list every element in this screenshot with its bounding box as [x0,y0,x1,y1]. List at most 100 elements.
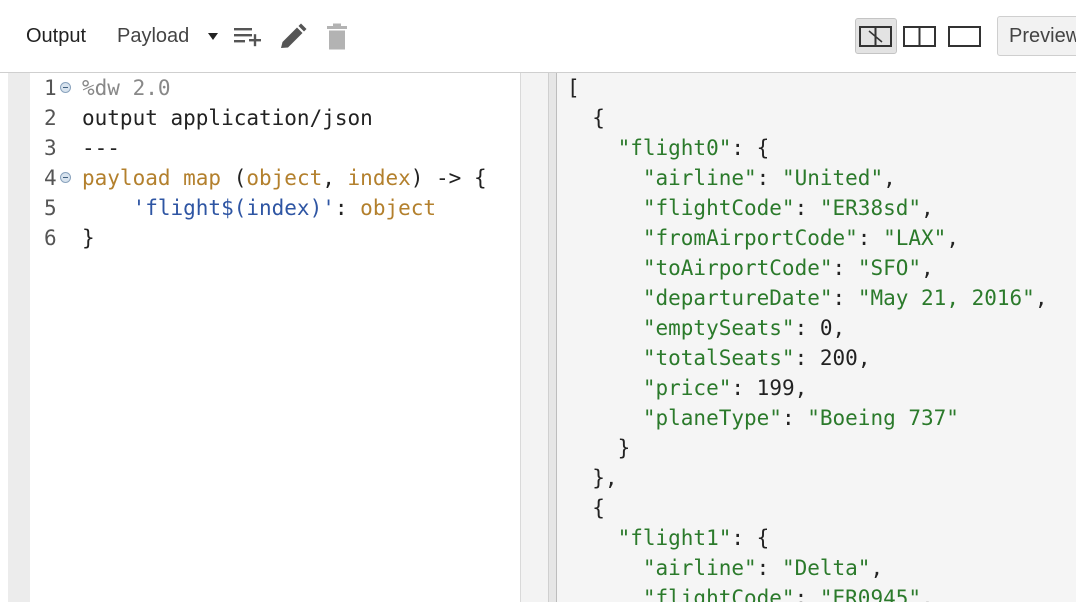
code-text: --- [82,133,120,163]
layout-split-button[interactable] [900,18,940,54]
code-line[interactable]: 4 payload map (object, index) -> { [0,163,548,193]
code-text: output application/json [82,103,373,133]
code-token: object [360,196,437,220]
json-line: "flight1": { [567,523,770,553]
preview-button[interactable]: Preview [997,16,1076,56]
layout-split-active-button[interactable] [855,18,897,54]
fold-toggle-icon[interactable] [60,82,71,93]
trash-icon[interactable] [322,22,352,52]
json-token: : [794,346,820,370]
json-line: [ [567,73,580,103]
json-line: { [567,103,605,133]
json-token: , [883,166,896,190]
json-token: , [794,376,808,400]
json-token: , [870,556,884,580]
layout-single-button[interactable] [945,18,985,54]
json-line: "price": 199, [567,373,807,403]
json-token: : [832,286,858,310]
json-token: "price" [642,376,732,400]
line-number: 6 [44,226,57,250]
code-line[interactable]: 2 output application/json [0,103,548,133]
line-number: 2 [44,106,57,130]
json-token: }, [567,466,618,490]
json-line: }, [567,463,618,493]
code-line[interactable]: 5 'flight$(index)': object [0,193,548,223]
json-token: , [946,226,959,250]
output-preview: [ { "flight0": { "airline": "United", "f… [557,73,1076,602]
json-line: "fromAirportCode": "LAX", [567,223,959,253]
json-token: "airline" [642,166,757,190]
code-line[interactable]: 3 --- [0,133,548,163]
code-text: %dw 2.0 [82,73,171,103]
code-line[interactable]: 6} [0,223,548,253]
json-token: 200 [819,346,858,370]
pane-splitter[interactable] [548,73,557,602]
json-token: "ER38sd" [819,196,922,220]
json-token: "Boeing 737" [807,406,959,430]
json-token: "flightCode" [642,586,795,602]
pencil-icon[interactable] [278,22,308,52]
json-token: 0 [819,316,833,340]
json-token: "LAX" [883,226,947,250]
json-line: } [567,433,631,463]
json-token: 199 [756,376,795,400]
json-token: : [731,376,757,400]
code-line[interactable]: 1 %dw 2.0 [0,73,548,103]
code-token: 'flight$(index)' [82,196,335,220]
json-token: "flight1" [617,526,732,550]
json-line: "flight0": { [567,133,770,163]
json-token: "departureDate" [642,286,833,310]
payload-dropdown[interactable]: Payload [117,23,189,49]
json-token: "SFO" [857,256,922,280]
add-list-icon[interactable] [233,22,263,52]
json-token: : [857,226,884,250]
json-token: : [756,166,782,190]
json-line: "flightCode": "ER38sd", [567,193,934,223]
code-editor[interactable]: 1 %dw 2.0 2 output application/json 3 --- 4 pay… [0,73,549,602]
json-line: "planeType": "Boeing 737" [567,403,959,433]
json-token: : [832,256,858,280]
editor-scrollbar[interactable] [520,73,549,602]
fold-toggle-icon[interactable] [60,172,71,183]
line-number: 5 [44,196,57,220]
json-token: [ [567,76,580,100]
layout-single-icon [948,26,981,47]
json-token: "flightCode" [642,196,795,220]
json-token: , [921,586,934,602]
json-token: "airline" [642,556,757,580]
json-token: "Delta" [781,556,871,580]
toolbar: Output Payload Preview [0,0,1076,73]
line-number: 4 [44,166,57,190]
json-line: "toAirportCode": "SFO", [567,253,934,283]
json-token: , [1034,286,1048,310]
json-token: "May 21, 2016" [857,286,1035,310]
code-token: output application/json [82,106,373,130]
json-token: : [794,316,820,340]
json-line: "airline": "United", [567,163,896,193]
code-token: , [322,166,348,190]
code-token: %dw 2.0 [82,76,171,100]
json-token: "United" [781,166,884,190]
json-token: "planeType" [642,406,782,430]
chevron-down-icon[interactable] [208,33,218,40]
line-number: 3 [44,136,57,160]
json-token: { [567,106,605,130]
json-token: , [832,316,846,340]
code-token: --- [82,136,120,160]
json-line: "emptySeats": 0, [567,313,845,343]
json-token: { [567,496,605,520]
code-token: object [246,166,323,190]
json-token: "emptySeats" [642,316,795,340]
code-text: } [82,223,95,253]
json-token: : [781,406,808,430]
